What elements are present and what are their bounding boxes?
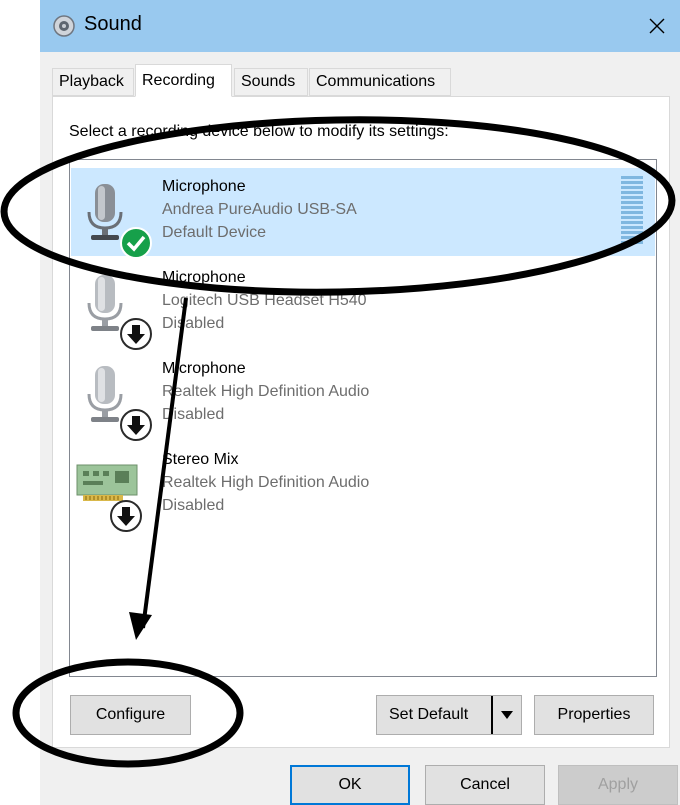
list-item-device[interactable]: Microphone Andrea PureAudio USB-SA Defau… bbox=[71, 168, 655, 259]
sound-dialog: Sound Playback Recording Sounds Communic… bbox=[40, 0, 680, 805]
set-default-button[interactable]: Set Default bbox=[376, 695, 522, 735]
down-arrow-icon bbox=[120, 318, 152, 350]
device-name: Microphone bbox=[162, 269, 246, 286]
title-bar: Sound bbox=[40, 0, 680, 52]
tab-recording[interactable]: Recording bbox=[135, 64, 232, 97]
tab-communications[interactable]: Communications bbox=[309, 68, 451, 96]
tab-label: Recording bbox=[142, 71, 215, 89]
close-icon bbox=[649, 18, 665, 34]
device-name: Microphone bbox=[162, 360, 246, 377]
down-arrow-icon bbox=[120, 409, 152, 441]
checkmark-icon bbox=[120, 227, 152, 259]
device-description: Logitech USB Headset H540 bbox=[162, 292, 367, 309]
close-button[interactable] bbox=[634, 0, 680, 52]
cancel-button[interactable]: Cancel bbox=[425, 765, 545, 805]
chevron-down-icon[interactable] bbox=[491, 696, 521, 734]
list-item-device[interactable]: Stereo Mix Realtek High Definition Audio… bbox=[71, 441, 655, 532]
speaker-icon bbox=[53, 15, 75, 37]
window-title: Sound bbox=[84, 13, 142, 35]
device-description: Realtek High Definition Audio bbox=[162, 383, 370, 400]
recording-panel: Select a recording device below to modif… bbox=[52, 96, 670, 748]
tab-label: Sounds bbox=[241, 73, 296, 90]
device-name: Microphone bbox=[162, 178, 246, 195]
tab-sounds[interactable]: Sounds bbox=[234, 68, 308, 96]
apply-button[interactable]: Apply bbox=[558, 765, 678, 805]
tab-playback[interactable]: Playback bbox=[52, 68, 134, 96]
ok-button[interactable]: OK bbox=[290, 765, 410, 805]
device-name: Stereo Mix bbox=[162, 451, 239, 468]
device-status: Default Device bbox=[162, 224, 267, 241]
properties-button[interactable]: Properties bbox=[534, 695, 654, 735]
set-default-label: Set Default bbox=[389, 706, 469, 723]
list-item-device[interactable]: Microphone Realtek High Definition Audio… bbox=[71, 350, 655, 441]
device-status: Disabled bbox=[162, 497, 225, 514]
instruction-text: Select a recording device below to modif… bbox=[69, 123, 449, 140]
tab-label: Communications bbox=[316, 73, 436, 90]
configure-button[interactable]: Configure bbox=[70, 695, 191, 735]
device-description: Andrea PureAudio USB-SA bbox=[162, 201, 357, 218]
tab-label: Playback bbox=[59, 73, 124, 90]
device-list[interactable]: Microphone Andrea PureAudio USB-SA Defau… bbox=[69, 159, 657, 677]
level-meter bbox=[621, 176, 643, 246]
device-status: Disabled bbox=[162, 315, 225, 332]
list-item-device[interactable]: Microphone Logitech USB Headset H540 Dis… bbox=[71, 259, 655, 350]
device-status: Disabled bbox=[162, 406, 225, 423]
device-description: Realtek High Definition Audio bbox=[162, 474, 370, 491]
down-arrow-icon bbox=[110, 500, 142, 532]
